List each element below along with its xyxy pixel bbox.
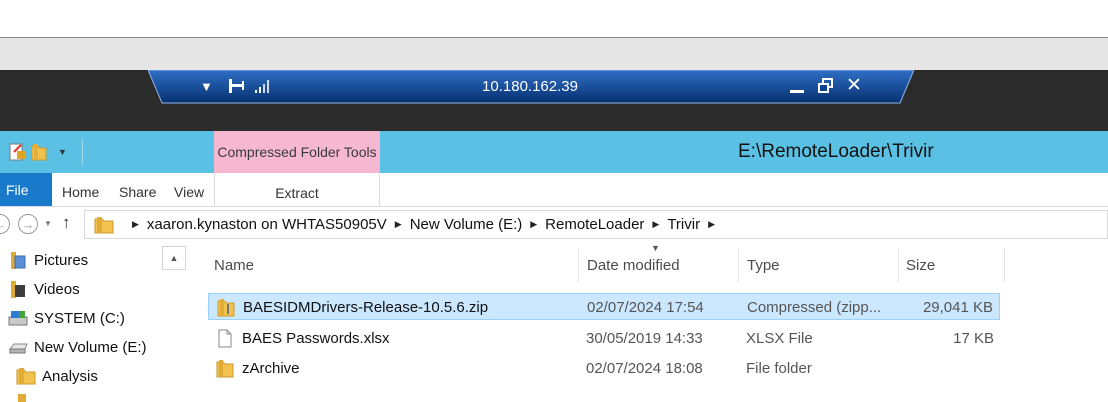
new-folder-icon[interactable] [30,142,48,162]
breadcrumb-item-trivir[interactable]: Trivir [667,216,700,233]
chevron-right-icon[interactable]: ▶ [530,219,537,230]
rdp-restore-icon[interactable] [818,78,834,94]
file-name: BAESIDMDrivers-Release-10.5.6.zip [243,299,489,316]
nav-scroll-up-button[interactable]: ▲ [162,246,186,270]
file-name: BAES Passwords.xlsx [242,330,390,347]
column-header-size[interactable]: Size [906,248,935,282]
breadcrumb-item-host[interactable]: xaaron.kynaston on WHTAS50905V [147,216,387,233]
nav-item-pictures[interactable]: Pictures [8,247,88,273]
customize-qat-icon[interactable]: ▼ [58,147,67,157]
column-header-date-modified[interactable]: Date modified [587,248,680,282]
chevron-right-icon[interactable]: ▶ [395,219,402,230]
folder-icon [216,359,234,378]
file-size: 17 KB [953,330,994,347]
column-header-type[interactable]: Type [747,248,780,282]
column-divider[interactable] [898,248,899,282]
rdp-close-icon[interactable]: ✕ [846,74,862,97]
nav-item-label: Pictures [34,251,89,269]
file-date: 02/07/2024 17:54 [587,299,704,316]
file-date: 02/07/2024 18:08 [586,360,703,377]
breadcrumb: ▶ xaaron.kynaston on WHTAS50905V ▶ New V… [94,210,723,239]
tab-share[interactable]: Share [119,184,156,200]
column-divider[interactable] [1004,248,1005,282]
host-toolbar-strip [0,38,1108,70]
file-icon [216,329,234,348]
compressed-folder-tools-tab[interactable]: Compressed Folder Tools [214,131,380,173]
videos-icon [8,279,28,299]
file-row[interactable]: BAESIDMDrivers-Release-10.5.6.zip 02/07/… [208,293,1000,320]
rdp-host-address: 10.180.162.39 [482,78,578,95]
breadcrumb-item-volume[interactable]: New Volume (E:) [410,216,523,233]
column-divider[interactable] [738,248,739,282]
folder-icon [94,216,114,234]
properties-icon[interactable] [8,142,26,162]
drive-icon [8,337,28,357]
qat-divider [82,139,83,165]
file-size: 29,041 KB [922,299,993,316]
nav-item-label: Videos [34,280,80,298]
window-title: E:\RemoteLoader\Trivir [738,141,934,162]
file-type: Compressed (zipp... [747,299,882,316]
nav-item-analysis[interactable]: Analysis [16,363,98,389]
forward-button[interactable]: → [18,214,38,234]
column-header-name[interactable]: Name [214,248,254,282]
nav-item-label: Analysis [42,367,98,385]
nav-item-videos[interactable]: Videos [8,276,80,302]
ribbon-tab-row [0,173,1108,207]
chevron-right-icon[interactable]: ▶ [708,219,715,230]
tab-view[interactable]: View [174,184,204,200]
system-drive-icon [8,308,28,328]
chevron-right-icon[interactable]: ▶ [652,219,659,230]
zip-folder-icon [217,298,235,317]
breadcrumb-item-remoteloader[interactable]: RemoteLoader [545,216,644,233]
file-type: File folder [746,360,812,377]
column-divider[interactable] [578,248,579,282]
folder-icon [18,394,26,402]
host-window-top [0,0,1108,38]
nav-item-label: New Volume (E:) [34,338,147,356]
up-icon[interactable]: ↑ [62,213,71,233]
tab-extract[interactable]: Extract [214,185,380,201]
pictures-icon [8,250,28,270]
chevron-right-icon[interactable]: ▶ [132,219,139,230]
rdp-minimize-icon[interactable] [790,90,804,93]
nav-item-new-volume[interactable]: New Volume (E:) [8,334,147,360]
tab-file[interactable]: File [0,173,52,206]
explorer-title-bar [0,131,1108,173]
nav-item-label: SYSTEM (C:) [34,309,125,327]
file-date: 30/05/2019 14:33 [586,330,703,347]
folder-icon [16,366,36,386]
file-row[interactable]: BAES Passwords.xlsx 30/05/2019 14:33 XLS… [208,325,1000,352]
recent-locations-icon[interactable]: ▼ [44,219,52,228]
nav-item-system-drive[interactable]: SYSTEM (C:) [8,305,125,331]
file-row[interactable]: zArchive 02/07/2024 18:08 File folder [208,355,1000,382]
file-name: zArchive [242,360,300,377]
quick-access-toolbar: ▼ [0,131,67,173]
tab-home[interactable]: Home [62,184,99,200]
file-type: XLSX File [746,330,813,347]
